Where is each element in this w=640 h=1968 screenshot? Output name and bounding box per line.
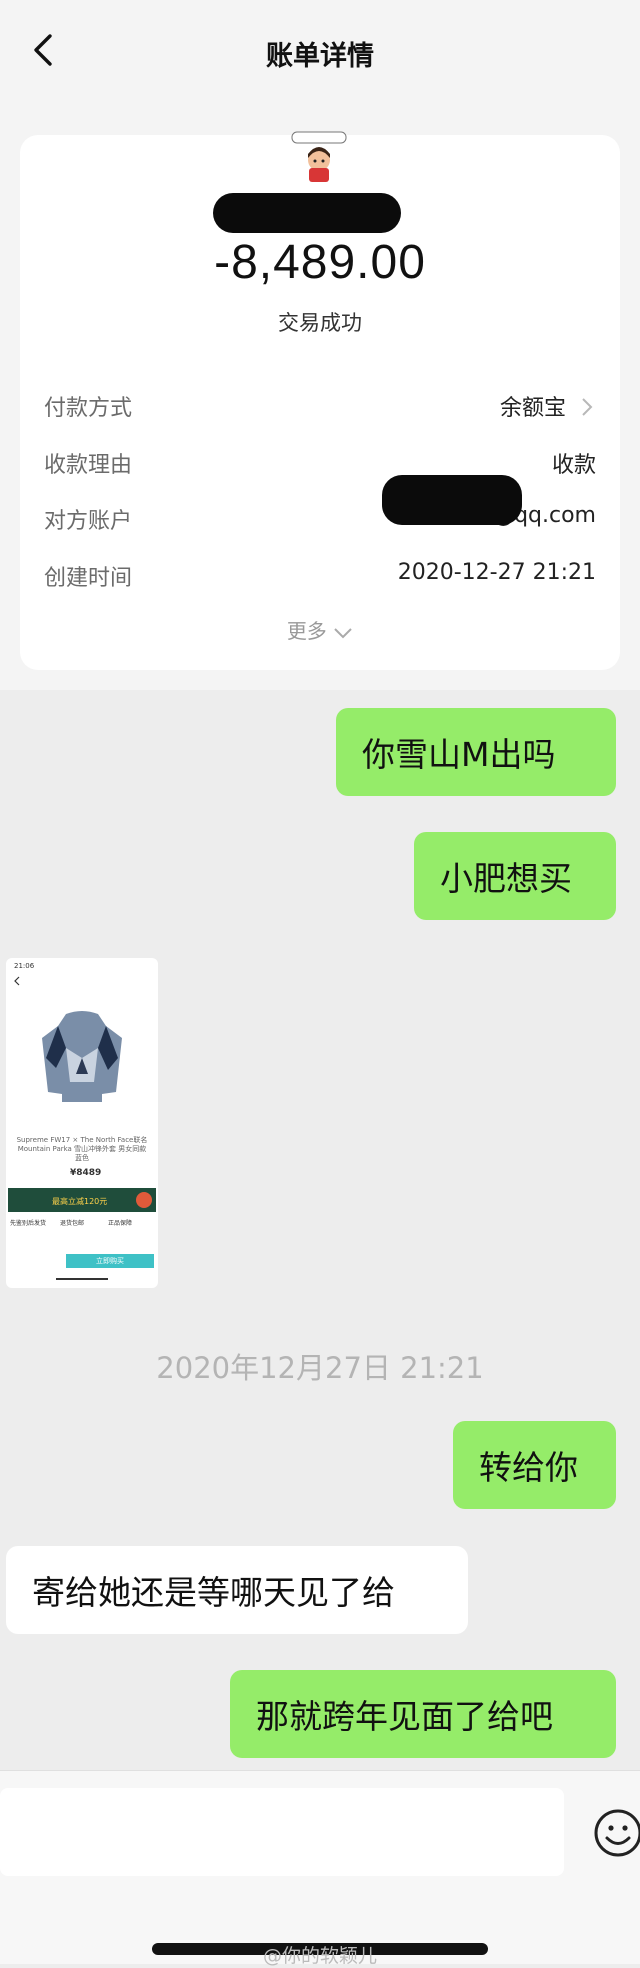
chevron-right-icon xyxy=(582,398,593,416)
status-time: 21:06 xyxy=(14,962,35,970)
row-label: 对方账户 xyxy=(44,509,133,534)
tag: 正品保障 xyxy=(108,1220,133,1227)
tag: 退货包邮 xyxy=(60,1220,85,1227)
more-label: 更多 xyxy=(286,619,327,643)
message-bubble[interactable]: 寄给她还是等哪天见了给 xyxy=(6,1546,468,1634)
bill-card: -8,489.00 交易成功 付款方式 余额宝 收款理由 收款 对方账户 @qq… xyxy=(20,131,620,670)
more-link[interactable]: 更多 xyxy=(20,615,620,644)
tag: 先鉴别后发货 xyxy=(10,1220,47,1227)
buy-label: 立即购买 xyxy=(96,1257,124,1265)
message-bubble[interactable]: 小肥想买 xyxy=(414,832,616,920)
promo-banner: 最高立减120元 xyxy=(8,1188,156,1212)
row-label: 创建时间 xyxy=(44,566,133,591)
message-text: 转给你 xyxy=(479,1448,578,1487)
bill-section: 账单详情 -8,489.00 交易成功 付款方式 余额宝 收款理由 收款 对方账… xyxy=(0,0,640,690)
promo-text: 最高立减120元 xyxy=(52,1197,108,1206)
chat-input-bar: @你的软颖儿 xyxy=(0,1770,640,1967)
row-label: 收款理由 xyxy=(44,453,133,478)
screenshot-home-bar xyxy=(56,1278,108,1280)
message-input[interactable] xyxy=(0,1788,564,1876)
chat-timestamp: 2020年12月27日 21:21 xyxy=(156,1351,484,1385)
redacted-account xyxy=(382,475,522,525)
row-payment-method[interactable]: 付款方式 余额宝 xyxy=(44,390,596,430)
jacket-image xyxy=(42,1011,122,1102)
page-title: 账单详情 xyxy=(266,41,374,72)
message-text: 寄给她还是等哪天见了给 xyxy=(32,1573,395,1612)
message-text: 那就跨年见面了给吧 xyxy=(256,1697,553,1736)
row-value: 余额宝 xyxy=(499,396,566,421)
nav-bar: 账单详情 xyxy=(0,0,640,100)
row-value: 2020-12-27 21:21 xyxy=(397,560,596,585)
message-bubble[interactable]: 你雪山M出吗 xyxy=(336,708,616,796)
smiley-icon[interactable] xyxy=(590,1805,640,1861)
message-bubble[interactable]: 那就跨年见面了给吧 xyxy=(230,1670,616,1758)
buy-button: 立即购买 xyxy=(66,1254,154,1268)
watermark: @你的软颖儿 xyxy=(262,1945,377,1967)
amount: -8,489.00 xyxy=(214,236,426,289)
transaction-status: 交易成功 xyxy=(278,311,362,335)
product-title: Supreme FW17 × The North Face联名 Mountain… xyxy=(16,1136,148,1162)
product-price: ¥8489 xyxy=(70,1168,102,1178)
shared-product-screenshot[interactable]: 21:06 Supreme FW17 × The North Face联名 Mo… xyxy=(6,958,158,1288)
message-bubble[interactable]: 转给你 xyxy=(453,1421,616,1509)
message-text: 你雪山M出吗 xyxy=(362,735,556,774)
chevron-down-icon xyxy=(334,627,352,638)
row-value: 收款 xyxy=(551,453,596,478)
row-created-time: 创建时间 2020-12-27 21:21 xyxy=(44,560,596,600)
message-text: 小肥想买 xyxy=(440,859,572,898)
promo-badge xyxy=(136,1192,152,1208)
merchant-avatar xyxy=(291,131,347,182)
redacted-name xyxy=(213,193,401,233)
row-label: 付款方式 xyxy=(44,396,133,421)
back-icon xyxy=(14,976,20,986)
